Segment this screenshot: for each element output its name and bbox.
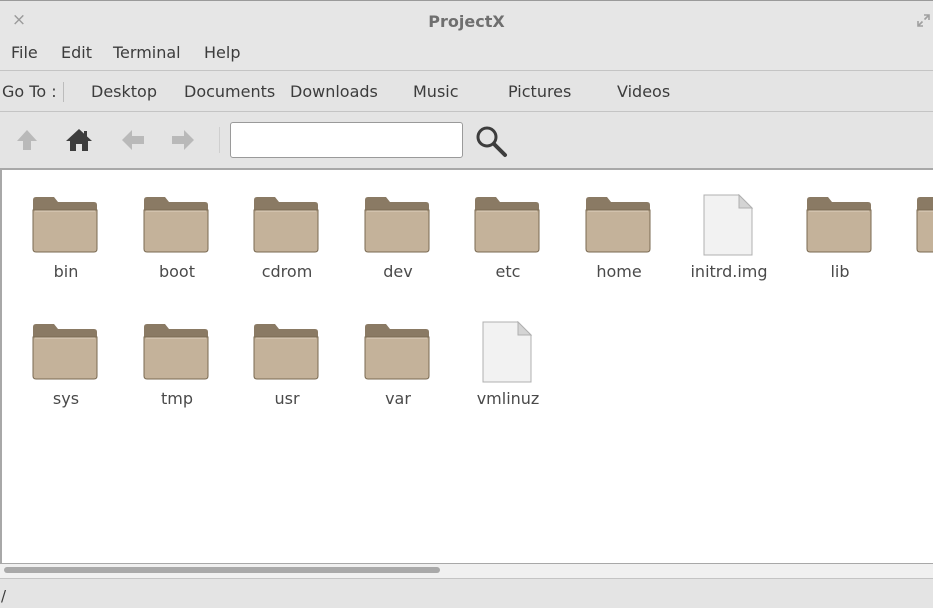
menu-edit[interactable]: Edit [61, 43, 92, 62]
folder-icon [585, 197, 651, 253]
location-input[interactable] [230, 122, 463, 158]
file-label: etc [495, 262, 521, 281]
title-bar: × ProjectX [0, 0, 933, 42]
folder-item-boot[interactable]: boot [127, 194, 227, 304]
menu-bar: File Edit Terminal Help [0, 40, 933, 70]
folder-icon [916, 197, 933, 253]
folder-item-bin[interactable]: bin [16, 194, 116, 304]
file-item-vmlinuz[interactable]: vmlinuz [458, 321, 558, 431]
menu-terminal[interactable]: Terminal [113, 43, 181, 62]
file-label: lib [830, 262, 850, 281]
file-label: usr [274, 389, 300, 408]
folder-icon [253, 324, 319, 380]
folder-icon [364, 197, 430, 253]
file-label: bin [53, 262, 79, 281]
file-label: cdrom [261, 262, 313, 281]
back-arrow-icon[interactable] [118, 126, 148, 154]
goto-downloads-button[interactable]: Downloads [290, 82, 378, 101]
file-label: boot [158, 262, 195, 281]
folder-icon [143, 324, 209, 380]
file-label: tmp [160, 389, 193, 408]
goto-label: Go To : [2, 82, 57, 101]
toolbar-separator [219, 127, 220, 153]
goto-separator [63, 82, 64, 102]
file-label: dev [383, 262, 413, 281]
forward-arrow-icon[interactable] [168, 126, 198, 154]
menu-help[interactable]: Help [204, 43, 240, 62]
maximize-icon[interactable] [915, 12, 933, 30]
file-label: var [385, 389, 411, 408]
folder-icon [474, 197, 540, 253]
file-label: vmlinuz [476, 389, 540, 408]
folder-item-var[interactable]: var [348, 321, 448, 431]
goto-videos-button[interactable]: Videos [617, 82, 670, 101]
goto-bar: Go To : Desktop Documents Downloads Musi… [0, 70, 933, 112]
folder-icon [253, 197, 319, 253]
goto-documents-button[interactable]: Documents [184, 82, 275, 101]
folder-item-home[interactable]: home [569, 194, 669, 304]
folder-item-sys[interactable]: sys [16, 321, 116, 431]
file-icon [482, 321, 533, 383]
folder-item-lib[interactable]: lib [790, 194, 890, 304]
toolbar [0, 112, 933, 168]
menu-file[interactable]: File [11, 43, 38, 62]
folder-item-cdrom[interactable]: cdrom [237, 194, 337, 304]
folder-icon [32, 197, 98, 253]
home-icon[interactable] [64, 126, 94, 154]
goto-music-button[interactable]: Music [413, 82, 459, 101]
folder-item-etc[interactable]: etc [458, 194, 558, 304]
file-label: home [596, 262, 642, 281]
folder-icon [364, 324, 430, 380]
file-item-initrd[interactable]: initrd.img [679, 194, 779, 304]
folder-item-dev[interactable]: dev [348, 194, 448, 304]
up-arrow-icon[interactable] [12, 126, 42, 154]
window-title: ProjectX [428, 12, 505, 31]
status-bar: / [0, 578, 933, 608]
file-icon [703, 194, 754, 256]
goto-pictures-button[interactable]: Pictures [508, 82, 571, 101]
folder-icon [806, 197, 872, 253]
horizontal-scrollbar[interactable] [0, 564, 933, 578]
file-view[interactable]: bin boot cdrom dev etc home initrd.img l… [0, 168, 933, 564]
folder-icon [32, 324, 98, 380]
file-label: sys [52, 389, 80, 408]
search-icon[interactable] [474, 124, 508, 158]
scrollbar-thumb[interactable] [4, 567, 440, 573]
goto-desktop-button[interactable]: Desktop [91, 82, 157, 101]
folder-icon [143, 197, 209, 253]
folder-item-tmp[interactable]: tmp [127, 321, 227, 431]
file-label: initrd.img [690, 262, 768, 281]
folder-item-partial[interactable] [900, 194, 933, 304]
status-path: / [1, 587, 7, 605]
folder-item-usr[interactable]: usr [237, 321, 337, 431]
